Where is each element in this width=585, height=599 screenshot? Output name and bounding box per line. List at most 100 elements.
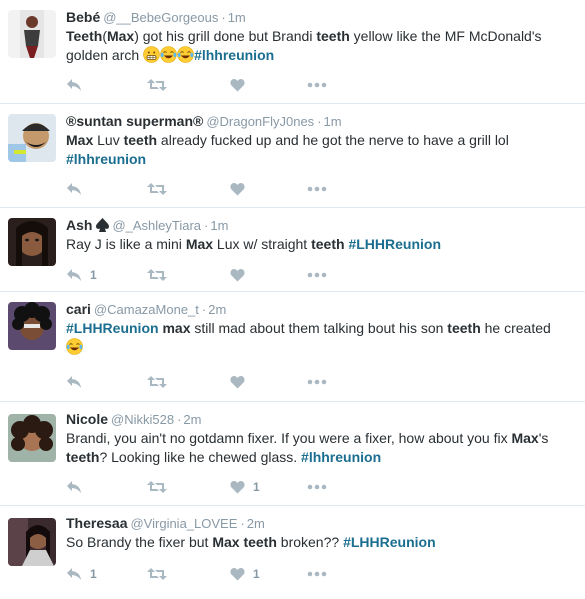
heart-icon bbox=[230, 182, 245, 196]
retweet-icon bbox=[147, 78, 167, 92]
highlighted-keyword: Max bbox=[106, 28, 135, 44]
text-segment: Lux w/ straight bbox=[213, 236, 312, 252]
user-handle[interactable]: @_AshleyTiara bbox=[112, 218, 201, 233]
more-button[interactable] bbox=[307, 75, 327, 95]
grimacing-face-emoji bbox=[143, 46, 160, 68]
user-handle[interactable]: @Nikki528 bbox=[111, 412, 174, 427]
like-button[interactable] bbox=[230, 265, 245, 285]
like-button[interactable] bbox=[230, 75, 245, 95]
avatar[interactable] bbox=[8, 218, 56, 266]
user-handle[interactable]: @__BebeGorgeous bbox=[103, 10, 218, 25]
tweet-text: So Brandy the fixer but Max teeth broken… bbox=[66, 533, 571, 552]
tweet-item[interactable]: Ash @_AshleyTiara · 1m Ray J is like a mini… bbox=[0, 208, 585, 292]
tweet-actions: 11 bbox=[66, 564, 366, 584]
more-icon bbox=[307, 571, 327, 577]
user-handle[interactable]: @CamazaMone_t bbox=[94, 302, 199, 317]
tweet-timeline: Bebé @__BebeGorgeous · 1m Teeth(Max) got hi… bbox=[0, 0, 585, 599]
like-count: 1 bbox=[253, 480, 260, 494]
more-icon bbox=[307, 186, 327, 192]
user-fullname[interactable]: Bebé bbox=[66, 9, 100, 25]
user-fullname[interactable]: ®suntan superman® bbox=[66, 113, 203, 129]
tweet-header: Theresaa @Virginia_LOVEE · 2m bbox=[66, 514, 577, 532]
face-with-tears-of-joy-emoji bbox=[160, 46, 177, 68]
tweet-item[interactable]: Theresaa @Virginia_LOVEE · 2m So Brandy the… bbox=[0, 506, 585, 599]
retweet-icon bbox=[147, 567, 167, 581]
more-button[interactable] bbox=[307, 564, 327, 584]
reply-button[interactable] bbox=[66, 179, 82, 199]
avatar[interactable] bbox=[8, 114, 56, 162]
retweet-button[interactable] bbox=[147, 179, 167, 199]
retweet-button[interactable] bbox=[147, 372, 167, 392]
reply-button[interactable] bbox=[66, 372, 82, 392]
like-button[interactable] bbox=[230, 372, 245, 392]
highlighted-keyword: teeth bbox=[447, 320, 481, 336]
tweet-actions bbox=[66, 75, 366, 95]
text-segment: 's bbox=[538, 430, 549, 446]
tweet-item[interactable]: Bebé @__BebeGorgeous · 1m Teeth(Max) got hi… bbox=[0, 0, 585, 104]
spade-suit-icon bbox=[96, 218, 110, 236]
like-button[interactable] bbox=[230, 179, 245, 199]
hashtag-link[interactable]: #LHHReunion bbox=[343, 534, 436, 550]
separator-dot: · bbox=[201, 302, 207, 317]
tweet-actions: 1 bbox=[66, 477, 366, 497]
tweet-item[interactable]: ®suntan superman® @DragonFlyJ0nes · 1m Max … bbox=[0, 104, 585, 208]
hashtag-link[interactable]: #lhhreunion bbox=[66, 151, 146, 167]
tweet-timestamp[interactable]: 1m bbox=[324, 114, 342, 129]
tweet-timestamp[interactable]: 2m bbox=[247, 516, 265, 531]
tweet-header: Nicole @Nikki528 · 2m bbox=[66, 410, 577, 428]
heart-icon bbox=[230, 567, 245, 581]
tweet-timestamp[interactable]: 1m bbox=[210, 218, 228, 233]
user-handle[interactable]: @Virginia_LOVEE bbox=[130, 516, 237, 531]
reply-button[interactable]: 1 bbox=[66, 564, 97, 584]
hashtag-link[interactable]: #LHHReunion bbox=[66, 320, 159, 336]
tweet-actions bbox=[66, 372, 366, 392]
avatar[interactable] bbox=[8, 518, 56, 566]
reply-icon bbox=[66, 182, 82, 196]
reply-icon bbox=[66, 375, 82, 389]
retweet-button[interactable] bbox=[147, 265, 167, 285]
avatar[interactable] bbox=[8, 414, 56, 462]
hashtag-link[interactable]: #LHHReunion bbox=[348, 236, 441, 252]
reply-icon bbox=[66, 480, 82, 494]
like-count: 1 bbox=[253, 567, 260, 581]
more-button[interactable] bbox=[307, 179, 327, 199]
tweet-timestamp[interactable]: 2m bbox=[183, 412, 201, 427]
reply-button[interactable] bbox=[66, 477, 82, 497]
tweet-timestamp[interactable]: 2m bbox=[208, 302, 226, 317]
more-button[interactable] bbox=[307, 477, 327, 497]
user-fullname[interactable]: cari bbox=[66, 301, 91, 317]
text-segment: Brandi, you ain't no gotdamn fixer. If y… bbox=[66, 430, 512, 446]
retweet-button[interactable] bbox=[147, 75, 167, 95]
reply-button[interactable] bbox=[66, 75, 82, 95]
like-button[interactable]: 1 bbox=[230, 564, 260, 584]
retweet-button[interactable] bbox=[147, 477, 167, 497]
reply-icon bbox=[66, 567, 82, 581]
tweet-item[interactable]: Nicole @Nikki528 · 2m Brandi, you ain't no … bbox=[0, 402, 585, 506]
more-button[interactable] bbox=[307, 265, 327, 285]
separator-dot: · bbox=[221, 10, 226, 25]
user-fullname[interactable]: Ash bbox=[66, 217, 92, 233]
separator-dot: · bbox=[204, 218, 209, 233]
separator-dot: · bbox=[240, 516, 245, 531]
highlighted-keyword: Max bbox=[185, 236, 214, 252]
more-button[interactable] bbox=[307, 372, 327, 392]
heart-icon bbox=[230, 268, 245, 282]
avatar[interactable] bbox=[8, 302, 56, 350]
tweet-item[interactable]: cari @CamazaMone_t · 2m #LHHReunion max sti… bbox=[0, 292, 585, 402]
avatar[interactable] bbox=[8, 10, 56, 58]
user-fullname[interactable]: Theresaa bbox=[66, 515, 127, 531]
like-button[interactable]: 1 bbox=[230, 477, 260, 497]
user-handle[interactable]: @DragonFlyJ0nes bbox=[206, 114, 314, 129]
hashtag-link[interactable]: #lhhreunion bbox=[301, 449, 381, 465]
text-segment: So Brandy the fixer but bbox=[66, 534, 213, 550]
reply-button[interactable]: 1 bbox=[66, 265, 97, 285]
retweet-button[interactable] bbox=[147, 564, 167, 584]
tweet-text: Ray J is like a mini Max Lux w/ straight… bbox=[66, 235, 571, 254]
tweet-timestamp[interactable]: 1m bbox=[228, 10, 246, 25]
highlighted-keyword: Max bbox=[511, 430, 539, 446]
user-fullname[interactable]: Nicole bbox=[66, 411, 108, 427]
tweet-text: Brandi, you ain't no gotdamn fixer. If y… bbox=[66, 429, 571, 467]
retweet-icon bbox=[147, 480, 167, 494]
hashtag-link[interactable]: #lhhreunion bbox=[194, 47, 274, 63]
highlighted-keyword: teeth bbox=[316, 28, 350, 44]
